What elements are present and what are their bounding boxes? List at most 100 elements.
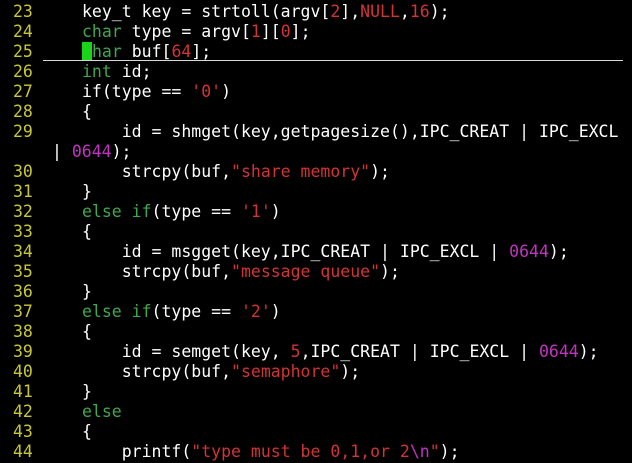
line-number: 39 xyxy=(13,342,33,361)
code-token: "share memory" xyxy=(231,162,371,181)
code-text: if(type == '0') xyxy=(82,82,231,102)
code-text: char type = argv[1][0]; xyxy=(82,22,311,42)
code-line[interactable]: 30 strcpy(buf,"share memory"); xyxy=(0,162,632,182)
code-line[interactable]: 37 else if(type == '2') xyxy=(0,302,632,322)
code-line[interactable]: 27 if(type == '0') xyxy=(0,82,632,102)
code-token: ]; xyxy=(290,22,311,41)
line-number: 43 xyxy=(13,422,33,441)
line-number: 28 xyxy=(13,102,33,121)
code-token: "message queue" xyxy=(231,262,381,281)
code-line[interactable]: 38 { xyxy=(0,322,632,342)
code-token: { xyxy=(82,422,92,441)
code-token: ); xyxy=(548,242,569,261)
line-number: 26 xyxy=(13,62,33,81)
code-token: { xyxy=(82,222,92,241)
code-token: buf[ xyxy=(121,42,172,61)
code-line[interactable]: 39 id = semget(key, 5,IPC_CREAT | IPC_EX… xyxy=(0,342,632,362)
code-token: (type == xyxy=(151,202,241,221)
code-token: } xyxy=(82,182,92,201)
code-token: ); xyxy=(370,162,390,181)
code-token: id; xyxy=(111,62,152,81)
code-line[interactable]: 36} xyxy=(0,282,632,302)
code-token: ]; xyxy=(191,42,212,61)
code-line[interactable]: 35 strcpy(buf,"message queue"); xyxy=(0,262,632,282)
code-token: ) xyxy=(221,82,232,101)
code-line[interactable]: 43 { xyxy=(0,422,632,442)
code-editor[interactable]: 23 key_t key = strtoll(argv[2],NULL,16); 2… xyxy=(0,0,632,463)
code-token: 0 xyxy=(280,22,291,41)
code-line[interactable]: 33 { xyxy=(0,222,632,242)
code-line[interactable]: 26 int id; xyxy=(0,62,632,82)
text-cursor xyxy=(82,42,92,60)
code-text: | 0644); xyxy=(52,142,132,162)
code-token: '0' xyxy=(191,82,222,101)
code-line[interactable]: 34 id = msgget(key,IPC_CREAT | IPC_EXCL … xyxy=(0,242,632,262)
code-text: else if(type == '1') xyxy=(82,202,281,222)
code-token: 16 xyxy=(409,2,430,21)
line-number: 36 xyxy=(13,282,33,301)
code-token: ); xyxy=(578,342,599,361)
line-number: 33 xyxy=(13,222,33,241)
code-token: " xyxy=(429,442,440,461)
code-line[interactable]: | 0644); xyxy=(0,142,632,162)
code-token: type = argv[ xyxy=(121,22,251,41)
code-line[interactable]: 28 { xyxy=(0,102,632,122)
code-token: "semaphore" xyxy=(231,362,341,381)
code-token: if(type == xyxy=(82,82,192,101)
code-line[interactable]: 42 else xyxy=(0,402,632,422)
code-text: strcpy(buf,"share memory"); xyxy=(82,162,390,182)
code-token: ,IPC_CREAT | IPC_EXCL | xyxy=(300,342,539,361)
code-token: { xyxy=(82,102,92,121)
code-line[interactable]: 24 char type = argv[1][0]; xyxy=(0,22,632,42)
code-line[interactable]: 32 else if(type == '1') xyxy=(0,202,632,222)
code-text: id = shmget(key,getpagesize(),IPC_CREAT … xyxy=(82,122,619,142)
line-number: 38 xyxy=(13,322,33,341)
code-line[interactable]: 41} xyxy=(0,382,632,402)
code-token: 5 xyxy=(290,342,301,361)
code-token: 2 xyxy=(330,2,341,21)
code-token: else if xyxy=(82,202,152,221)
line-number: 41 xyxy=(13,382,33,401)
code-token: (type == xyxy=(151,302,241,321)
code-token: printf( xyxy=(82,442,192,461)
code-token: else xyxy=(82,402,122,421)
code-token: 0644 xyxy=(71,142,112,161)
code-text: key_t key = strtoll(argv[2],NULL,16); xyxy=(82,2,450,22)
code-text: else xyxy=(82,402,122,422)
code-token: else if xyxy=(82,302,152,321)
code-line[interactable]: 25 har buf[64]; xyxy=(0,42,632,62)
code-token: "type must be 0,1,or 2 xyxy=(191,442,410,461)
code-token: '2' xyxy=(240,302,271,321)
code-token: ); xyxy=(429,2,450,21)
code-token: ); xyxy=(340,362,361,381)
code-line[interactable]: 23 key_t key = strtoll(argv[2],NULL,16); xyxy=(0,2,632,22)
code-token: strcpy(buf, xyxy=(82,262,232,281)
code-token: } xyxy=(82,282,92,301)
code-line[interactable]: 44 printf("type must be 0,1,or 2\n"); xyxy=(0,442,632,462)
line-number: 30 xyxy=(13,162,33,181)
line-number: 32 xyxy=(13,202,33,221)
code-token: ) xyxy=(270,202,281,221)
code-token: | xyxy=(52,142,72,161)
code-token: \n xyxy=(409,442,430,461)
code-token: ) xyxy=(270,302,281,321)
code-token: strcpy(buf, xyxy=(82,162,232,181)
code-line[interactable]: 40 strcpy(buf,"semaphore"); xyxy=(0,362,632,382)
line-number: 27 xyxy=(13,82,33,101)
code-token: ); xyxy=(439,442,460,461)
line-number: 35 xyxy=(13,262,33,281)
code-line[interactable]: 29 id = shmget(key,getpagesize(),IPC_CRE… xyxy=(0,122,632,142)
line-number: 24 xyxy=(13,22,33,41)
code-token: , xyxy=(399,2,410,21)
code-text: printf("type must be 0,1,or 2\n"); xyxy=(82,442,460,462)
line-number: 29 xyxy=(13,122,33,141)
code-text: int id; xyxy=(82,62,152,82)
code-token: ); xyxy=(380,262,400,281)
code-line[interactable]: 31} xyxy=(0,182,632,202)
code-token: { xyxy=(82,322,92,341)
code-token: } xyxy=(82,382,92,401)
code-text: { xyxy=(82,422,92,442)
code-token: char xyxy=(82,22,122,41)
line-number: 40 xyxy=(13,362,33,381)
code-token: 0644 xyxy=(538,342,579,361)
